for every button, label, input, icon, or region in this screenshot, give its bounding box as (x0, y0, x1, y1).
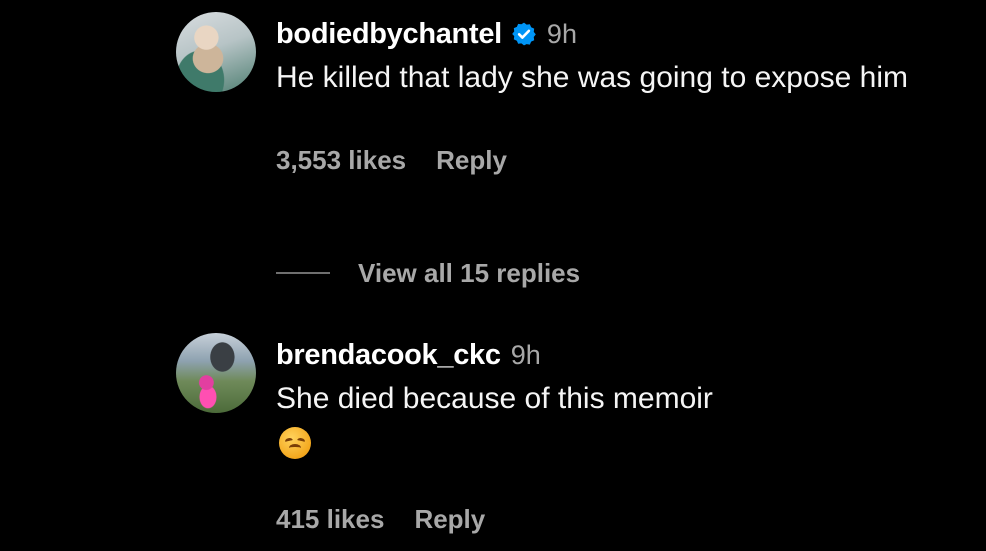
reply-button[interactable]: Reply (436, 145, 507, 176)
avatar[interactable] (176, 12, 256, 92)
likes-count[interactable]: 415 likes (276, 504, 384, 535)
timestamp: 9h (510, 339, 541, 370)
comment-text: She died because of this memoir (276, 382, 713, 415)
comment-content: bodiedbychantel 9h He killed that lady s… (276, 12, 916, 180)
emoji-line (276, 421, 916, 465)
comment-text: He killed that lady she was going to exp… (276, 61, 909, 94)
comment-actions: 3,553 likes Reply (276, 140, 916, 180)
username[interactable]: bodiedbychantel (276, 18, 502, 51)
timestamp: 9h (546, 18, 577, 49)
view-replies-button[interactable]: View all 15 replies (276, 255, 580, 291)
reply-button[interactable]: Reply (414, 504, 485, 535)
avatar[interactable] (176, 333, 256, 413)
disappointed-face-emoji-icon (279, 427, 311, 459)
likes-count[interactable]: 3,553 likes (276, 145, 406, 176)
comment-header: bodiedbychantel 9h (276, 12, 916, 56)
comment-content: brendacook_ckc 9h She died because of th… (276, 333, 916, 539)
verified-badge-icon (511, 21, 537, 47)
view-replies-label: View all 15 replies (358, 257, 581, 288)
comment-header: brendacook_ckc 9h (276, 333, 916, 377)
divider-line (276, 272, 330, 274)
username[interactable]: brendacook_ckc (276, 339, 501, 372)
comment-actions: 415 likes Reply (276, 499, 916, 539)
